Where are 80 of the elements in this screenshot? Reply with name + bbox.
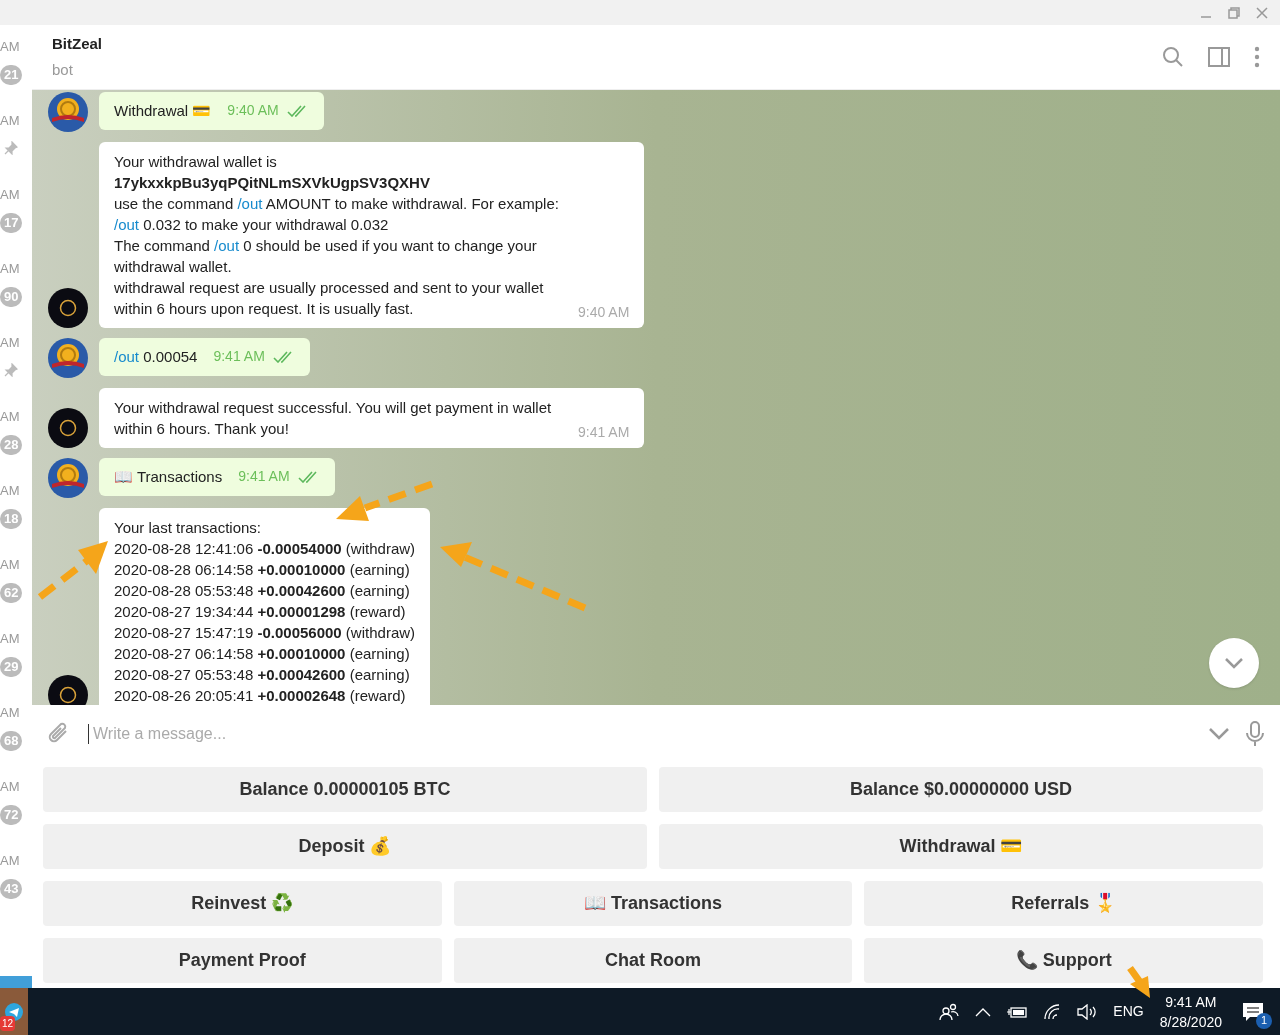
close-icon[interactable] — [1256, 6, 1268, 19]
annotation-arrow — [1127, 965, 1150, 998]
language-indicator[interactable]: ENG — [1113, 1001, 1144, 1022]
message-time: 9:41 AM — [213, 347, 265, 366]
chat-time: AM — [0, 556, 20, 574]
bot-avatar — [48, 288, 88, 328]
bot-avatar — [48, 675, 88, 705]
keyboard-button[interactable]: Referrals 🎖 — [864, 881, 1263, 926]
more-icon[interactable] — [1254, 46, 1260, 68]
chevron-down-icon[interactable] — [1208, 727, 1230, 741]
chat-time: AM — [0, 778, 20, 796]
unread-badge: 68 — [0, 731, 23, 751]
chat-title: BitZeal — [52, 33, 102, 54]
keyboard-button[interactable]: Payment Proof — [43, 938, 442, 983]
bot-avatar — [48, 408, 88, 448]
chevron-down-icon — [1224, 657, 1244, 669]
unread-badge: 43 — [0, 879, 23, 899]
chat-time: AM — [0, 482, 20, 500]
chat-time: AM — [0, 630, 20, 648]
message-time: 9:41 AM — [238, 467, 290, 486]
unread-badge: 72 — [0, 805, 23, 825]
message-time: 9:41 AM — [578, 424, 630, 440]
chat-time: AM — [0, 260, 20, 278]
pin-icon — [4, 141, 18, 155]
keyboard-button[interactable]: Withdrawal 💳 — [659, 824, 1263, 869]
command-link[interactable]: /out — [114, 348, 140, 365]
microphone-icon[interactable] — [1246, 721, 1264, 747]
scroll-down-button[interactable] — [1209, 638, 1259, 688]
unread-badge: 18 — [0, 509, 23, 529]
notification-count: 1 — [1256, 1012, 1272, 1029]
unread-badge: 28 — [0, 435, 23, 455]
chat-time: AM — [0, 38, 20, 56]
message-text: Your last transactions: 2020-08-28 12:41:06 -0.00054000 (withdraw) 2020-08-28 06:14:58 +0.00010000 (earning) 2020-08-28 05:53:48 +0.00042600 (earning) 2020-08-27 19:34:44 +0.00001298 (reward) 2020-08-27 15:47:19 -0.00056000 (withdraw) 2020-08-27 06:14:58 +0.00010000 (earning) 2020-08-27 05:53:48 +0.00042600 (earning) 2020-08-26 20:05:41 +0.00002648 (reward) — [114, 518, 416, 705]
avatar-bitcoin-icon — [48, 338, 88, 378]
chat-time: AM — [0, 112, 20, 130]
message-text: 📖 Transactions — [114, 467, 223, 487]
chat-time: AM — [0, 408, 20, 426]
pin-icon — [4, 363, 18, 377]
message-text: Withdrawal 💳 — [114, 101, 212, 121]
keyboard-button[interactable]: Balance 0.00000105 BTC — [43, 767, 647, 812]
unread-badge: 90 — [0, 287, 23, 307]
speaker-icon[interactable] — [1077, 1003, 1098, 1020]
chat-time: AM — [0, 704, 20, 722]
restore-icon[interactable] — [1228, 6, 1240, 19]
message-text: /out 0.00054 — [114, 347, 198, 367]
annotation-arrow — [37, 541, 108, 600]
chat-subtitle: bot — [52, 60, 73, 80]
battery-icon[interactable] — [1007, 1005, 1028, 1018]
message-time: 9:40 AM — [578, 304, 630, 320]
unread-badge: 12 — [0, 1016, 16, 1031]
keyboard-button[interactable]: 📖 Transactions — [453, 881, 853, 926]
keyboard-button[interactable]: Reinvest ♻ — [43, 881, 442, 926]
message-text: Your withdrawal wallet is 17ykxxkpBu3yqPQitNLmSXVkUgpSV3QXHV use the command /out AMOUNT to make withdrawal. For example: /out 0.032 to make your withdrawal 0.032 The command /out 0 should be used if you want to change your withdrawal wallet. withdrawal request are usually processed and sent to your wallet within 6 hours upon request. It is usually fast. — [114, 152, 560, 319]
unread-badge: 62 — [0, 583, 23, 603]
chat-time: AM — [0, 852, 20, 870]
unread-badge: 17 — [0, 213, 23, 233]
unread-badge: 29 — [0, 657, 23, 677]
chat-time: AM — [0, 334, 20, 352]
wifi-icon[interactable] — [1043, 1003, 1062, 1020]
chat-time: AM — [0, 186, 20, 204]
taskbar-app-tile[interactable]: 12 — [0, 988, 28, 1035]
sidebar-toggle-icon[interactable] — [1208, 47, 1230, 67]
people-icon[interactable] — [939, 1002, 960, 1021]
keyboard-button[interactable]: 📞 Support — [864, 938, 1263, 983]
avatar-bitcoin-icon — [48, 458, 88, 498]
message-text: Your withdrawal request successful. You will get payment in wallet within 6 hours. Thank you! — [114, 398, 553, 439]
command-link[interactable]: /out — [237, 195, 263, 212]
message-time: 9:40 AM — [227, 101, 279, 120]
message-input[interactable]: Write a message... — [93, 722, 1192, 746]
keyboard-button[interactable]: Chat Room — [453, 938, 853, 983]
unread-badge: 21 — [0, 65, 23, 85]
clock[interactable]: 9:41 AM 8/28/2020 — [1159, 991, 1222, 1032]
avatar-bitcoin-icon — [48, 92, 88, 132]
caret-up-icon[interactable] — [975, 1006, 992, 1017]
keyboard-button[interactable]: Deposit 💰 — [43, 824, 647, 869]
command-link[interactable]: /out — [214, 237, 240, 254]
notification-icon[interactable] — [1242, 1001, 1264, 1022]
command-link[interactable]: /out — [114, 216, 140, 233]
search-icon[interactable] — [1162, 46, 1184, 68]
keyboard-button[interactable]: Balance $0.00000000 USD — [659, 767, 1263, 812]
